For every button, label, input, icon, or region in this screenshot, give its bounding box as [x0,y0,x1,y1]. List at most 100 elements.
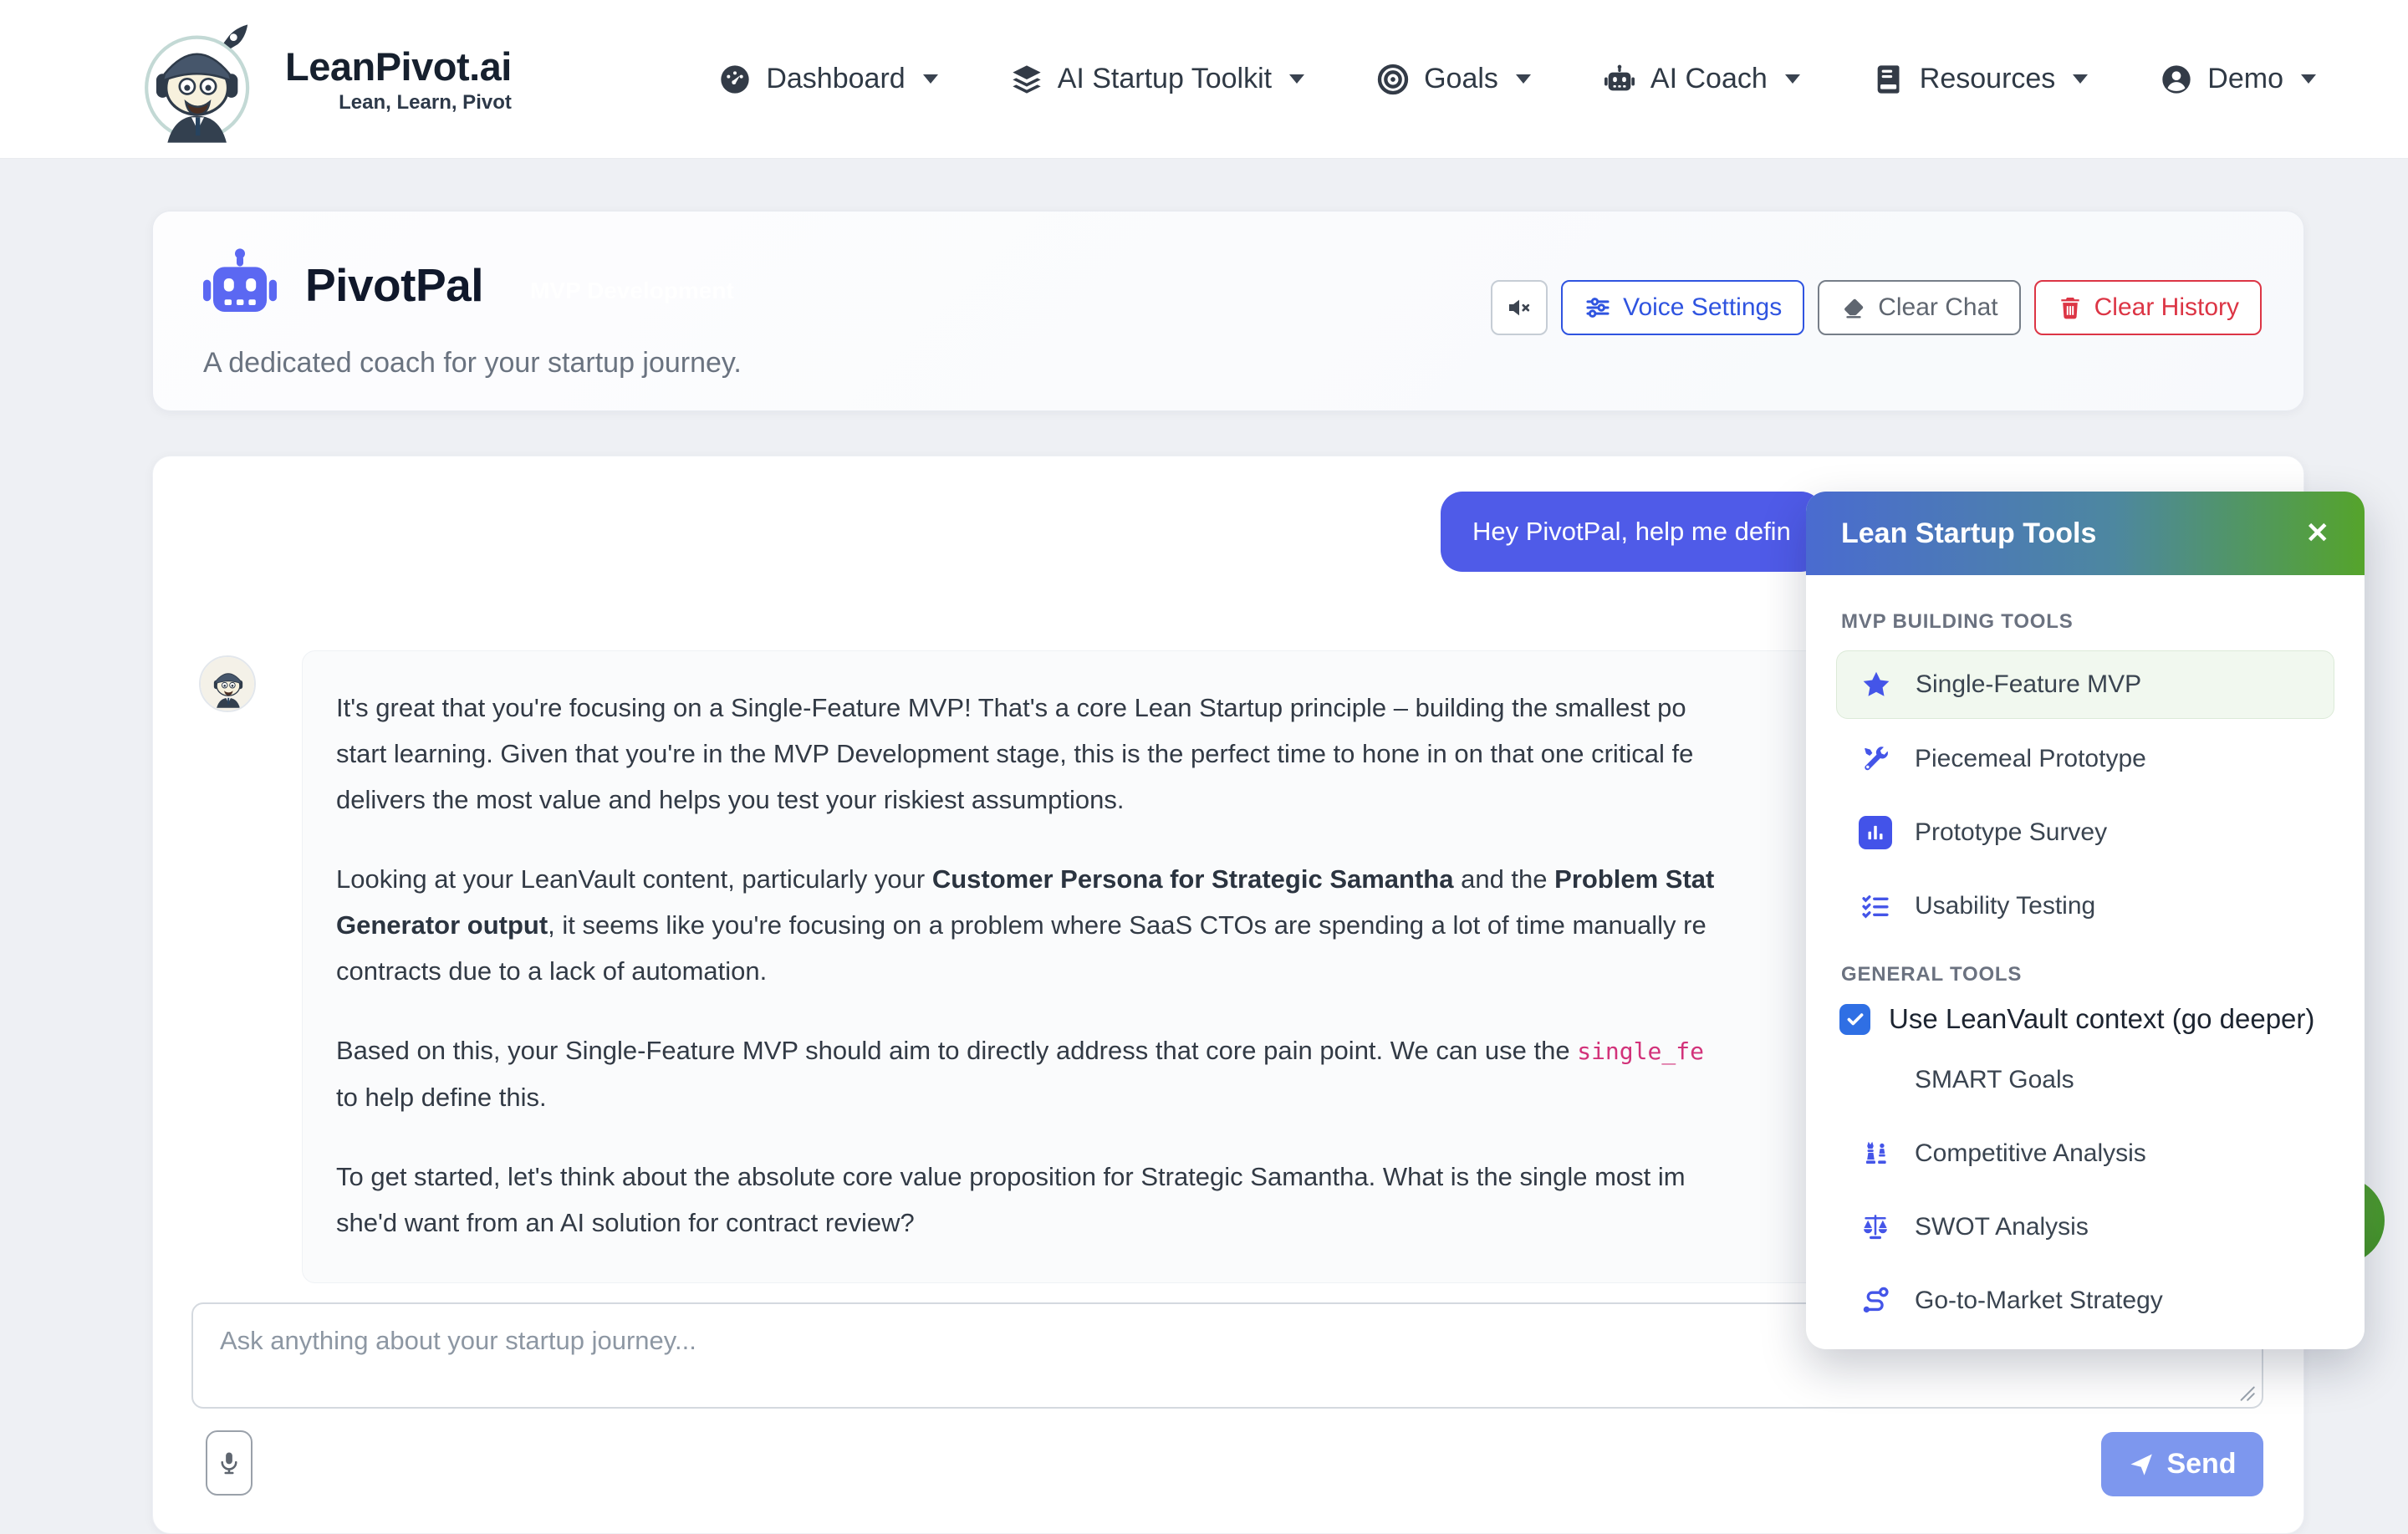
nav-item-label: AI Coach [1650,63,1768,95]
clear-history-button[interactable]: Clear History [2034,280,2262,335]
tool-item-swot-analysis[interactable]: SWOT Analysis [1836,1194,2334,1261]
text: to help define this. [336,1083,547,1112]
tool-item-label: Single-Feature MVP [1916,670,2141,699]
chevron-down-icon [923,74,938,84]
close-icon[interactable]: ✕ [2306,517,2330,550]
user-icon [2160,63,2193,96]
stage-badge: MVP Development [530,278,734,304]
send-button[interactable]: Send [2101,1432,2263,1496]
use-leanvault-checkbox-row[interactable]: Use LeanVault context (go deeper) [1839,1003,2334,1035]
tools-panel-header: Lean Startup Tools ✕ [1806,492,2365,575]
trash-icon [2057,294,2084,321]
tool-item-piecemeal-prototype[interactable]: Piecemeal Prototype [1836,726,2334,792]
route-icon [1856,1284,1895,1317]
clear-chat-label: Clear Chat [1878,293,1997,322]
chevron-down-icon [1516,74,1531,84]
sliders-icon [1584,293,1612,322]
tool-item-usability-testing[interactable]: Usability Testing [1836,873,2334,940]
text: It's great that you're focusing on a Sin… [336,693,1686,722]
voice-settings-label: Voice Settings [1623,293,1782,322]
dashboard-icon [718,63,752,96]
coach-header-card: PivotPal MVP Development A dedicated coa… [152,211,2304,411]
tool-item-label: Prototype Survey [1915,818,2107,847]
tool-item-label: SMART Goals [1915,1066,2074,1094]
text: she'd want from an AI solution for contr… [336,1208,915,1237]
tool-item-label: Go-to-Market Strategy [1915,1287,2163,1315]
crossed-tools-icon [1856,742,1895,776]
top-nav: LeanPivot.ai Lean, Learn, Pivot Dashboar… [0,0,2408,159]
empty-icon-slot [1856,1063,1895,1097]
text: and the [1453,864,1554,894]
bar-chart-icon [1856,816,1895,849]
section-label-general-tools: GENERAL TOOLS [1841,963,2334,986]
tool-item-label: Piecemeal Prototype [1915,745,2146,773]
clear-chat-button[interactable]: Clear Chat [1818,280,2020,335]
chess-icon [1856,1137,1895,1170]
text: delivers the most value and helps you te… [336,785,1125,814]
send-label: Send [2166,1448,2236,1480]
eraser-icon [1840,294,1867,321]
text: contracts due to a lack of automation. [336,956,767,986]
nav-item-label: Resources [1920,63,2056,95]
nav-item-goals[interactable]: Goals [1376,63,1531,96]
text: Based on this, your Single-Feature MVP s… [336,1036,1577,1065]
brand-name: LeanPivot.ai [285,43,512,89]
nav-item-label: Goals [1424,63,1498,95]
star-icon [1857,668,1895,701]
nav-item-label: Demo [2207,63,2283,95]
mascot-logo-icon [130,9,270,150]
nav-item-resources[interactable]: Resources [1872,63,2089,96]
text: start learning. Given that you're in the… [336,739,1693,768]
scale-icon [1856,1210,1895,1244]
chevron-down-icon [2301,74,2316,84]
assistant-avatar [199,655,256,712]
chevron-down-icon [1785,74,1800,84]
tools-panel-title: Lean Startup Tools [1841,517,2096,550]
tool-item-single-feature-mvp[interactable]: Single-Feature MVP [1836,650,2334,719]
use-leanvault-label: Use LeanVault context (go deeper) [1889,1003,2314,1035]
textarea-resize-handle[interactable] [2235,1381,2257,1403]
tools-panel-body: MVP BUILDING TOOLS Single-Feature MVP Piec… [1806,575,2365,1349]
text: To get started, let's think about the ab… [336,1162,1686,1191]
tool-item-go-to-market-strategy[interactable]: Go-to-Market Strategy [1836,1267,2334,1334]
brand[interactable]: LeanPivot.ai Lean, Learn, Pivot [130,9,512,150]
nav-item-ai-coach[interactable]: AI Coach [1603,63,1800,96]
nav-item-ai-startup-toolkit[interactable]: AI Startup Toolkit [1010,63,1304,96]
nav-item-dashboard[interactable]: Dashboard [718,63,937,96]
bold-text: Customer Persona for Strategic Samantha [932,864,1454,894]
nav-item-label: AI Startup Toolkit [1058,63,1272,95]
checklist-icon [1856,889,1895,923]
tool-item-label: SWOT Analysis [1915,1213,2089,1241]
checkbox-checked-icon[interactable] [1839,1004,1870,1035]
tool-item-label: Competitive Analysis [1915,1139,2146,1168]
text: , it seems like you're focusing on a pro… [548,910,1707,940]
tool-item-competitive-analysis[interactable]: Competitive Analysis [1836,1120,2334,1187]
bold-text: Problem Stat [1554,864,1714,894]
leanpivot-app: LeanPivot.ai Lean, Learn, Pivot Dashboar… [0,0,2408,1505]
code-snippet: single_fe [1577,1037,1704,1065]
mute-button[interactable] [1491,280,1548,335]
tool-item-prototype-survey[interactable]: Prototype Survey [1836,799,2334,866]
microphone-icon [216,1450,242,1476]
page-title: PivotPal [305,258,483,312]
user-message-bubble: Hey PivotPal, help me defin [1441,492,1823,572]
tool-item-smart-goals[interactable]: SMART Goals [1836,1047,2334,1114]
coach-subtitle: A dedicated coach for your startup journ… [203,347,742,380]
chevron-down-icon [1289,74,1304,84]
nav-item-demo[interactable]: Demo [2160,63,2316,96]
tool-item-label: Usability Testing [1915,892,2095,920]
coach-actions: Voice Settings Clear Chat Clear History [1491,280,2262,335]
book-icon [1872,63,1905,96]
nav-item-label: Dashboard [766,63,905,95]
bold-text: Generator output [336,910,548,940]
pivotpal-robot-icon [200,245,280,325]
lean-startup-tools-panel: Lean Startup Tools ✕ MVP BUILDING TOOLS S… [1806,492,2365,1349]
microphone-button[interactable] [206,1430,253,1496]
speaker-muted-icon [1505,293,1533,322]
chevron-down-icon [2073,74,2088,84]
clear-history-label: Clear History [2094,293,2239,322]
text: Looking at your LeanVault content, parti… [336,864,932,894]
voice-settings-button[interactable]: Voice Settings [1561,280,1804,335]
section-label-mvp-building-tools: MVP BUILDING TOOLS [1841,610,2334,634]
layers-icon [1010,63,1043,96]
